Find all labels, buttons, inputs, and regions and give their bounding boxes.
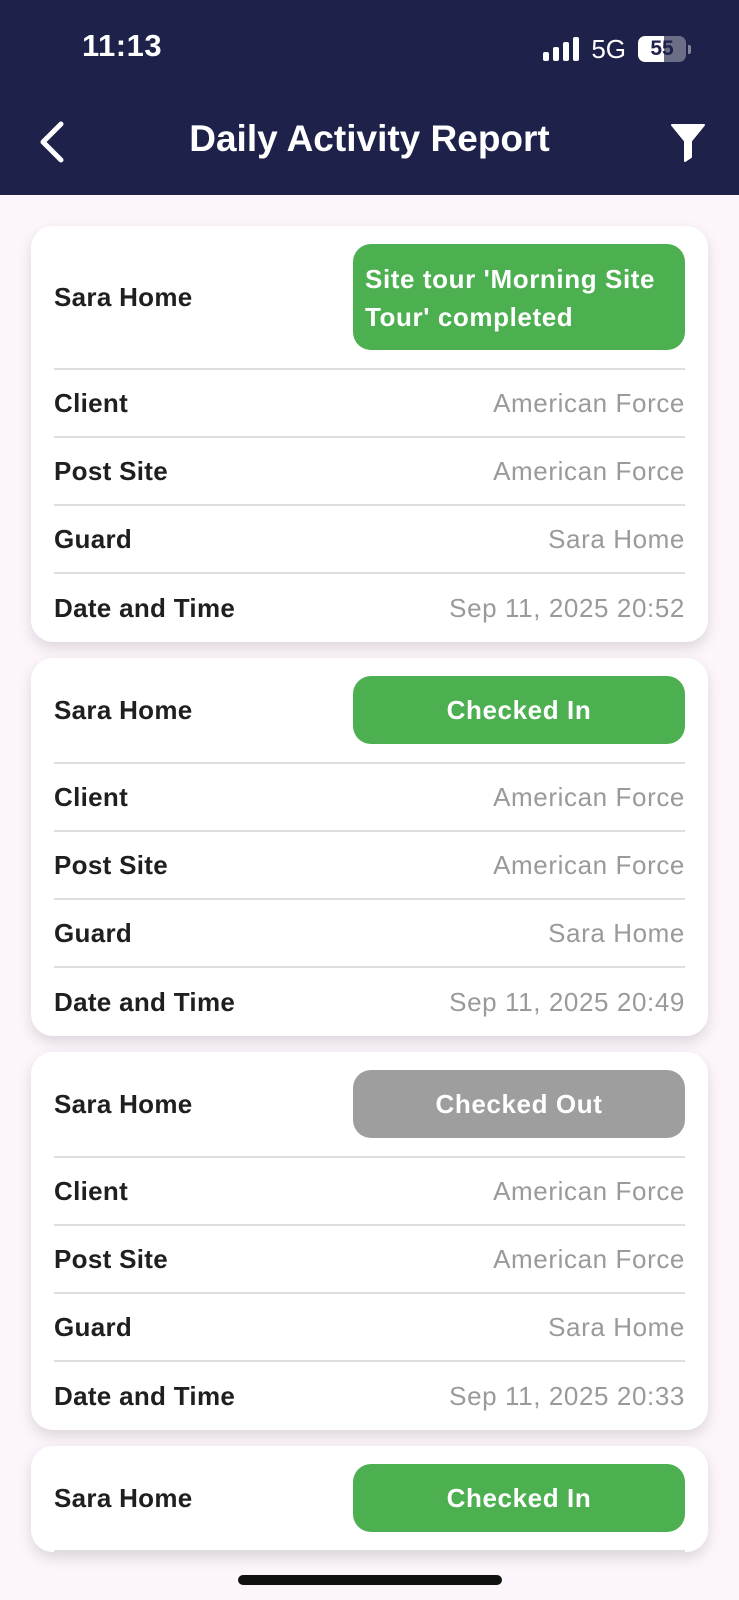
row-value: Sara Home: [548, 1311, 685, 1342]
card-header: Sara Home Site tour 'Morning Site Tour' …: [54, 226, 685, 370]
activity-card[interactable]: Sara Home Checked Out Client American Fo…: [31, 1052, 708, 1430]
row-label: Post Site: [54, 849, 168, 880]
row-label: Client: [54, 1175, 129, 1206]
detail-row-date-time: Date and Time Sep 11, 2025 20:52: [54, 574, 685, 642]
card-guard-name: Sara Home: [54, 1088, 193, 1119]
status-badge: Site tour 'Morning Site Tour' completed: [353, 244, 685, 350]
row-label: Guard: [54, 523, 133, 554]
detail-row-date-time: Date and Time Sep 11, 2025 20:33: [54, 1362, 685, 1430]
activity-card[interactable]: Sara Home Checked In Client American For…: [31, 658, 708, 1036]
screen: 11:13 5G 55 Daily Activity Report Sara H…: [0, 0, 739, 1600]
filter-icon: [671, 124, 705, 162]
activity-list: Sara Home Site tour 'Morning Site Tour' …: [31, 226, 708, 1568]
battery-icon: 55: [638, 36, 686, 62]
row-label: Post Site: [54, 1243, 168, 1274]
status-badge: Checked Out: [353, 1070, 685, 1138]
detail-row-guard: Guard Sara Home: [54, 1294, 685, 1362]
activity-card[interactable]: Sara Home Checked In: [31, 1446, 708, 1552]
card-header: Sara Home Checked Out: [54, 1052, 685, 1158]
detail-row-client: Client American Force: [54, 370, 685, 438]
detail-row-post-site: Post Site American Force: [54, 438, 685, 506]
row-value: Sep 11, 2025 20:52: [449, 592, 685, 623]
row-value: American Force: [493, 781, 685, 812]
row-label: Date and Time: [54, 986, 236, 1017]
home-indicator[interactable]: [238, 1575, 502, 1585]
row-label: Post Site: [54, 455, 168, 486]
row-value: American Force: [493, 1175, 685, 1206]
row-value: American Force: [493, 849, 685, 880]
row-label: Client: [54, 387, 129, 418]
network-type: 5G: [591, 33, 626, 64]
detail-row-post-site: Post Site American Force: [54, 1226, 685, 1294]
battery-percent: 55: [650, 37, 674, 60]
filter-button[interactable]: [663, 114, 713, 170]
row-value: Sara Home: [548, 523, 685, 554]
cellular-signal-icon: [543, 37, 580, 61]
detail-row-date-time: Date and Time Sep 11, 2025 20:49: [54, 968, 685, 1036]
detail-row-client: Client American Force: [54, 1158, 685, 1226]
row-value: American Force: [493, 387, 685, 418]
card-guard-name: Sara Home: [54, 281, 193, 312]
status-indicators: 5G 55: [543, 34, 691, 64]
activity-card[interactable]: Sara Home Site tour 'Morning Site Tour' …: [31, 226, 708, 642]
app-header: 11:13 5G 55 Daily Activity Report: [0, 0, 739, 195]
card-header: Sara Home Checked In: [54, 1446, 685, 1552]
row-value: American Force: [493, 455, 685, 486]
card-header: Sara Home Checked In: [54, 658, 685, 764]
row-value: Sara Home: [548, 917, 685, 948]
row-label: Client: [54, 781, 129, 812]
row-label: Guard: [54, 917, 133, 948]
row-value: American Force: [493, 1243, 685, 1274]
detail-row-client: Client American Force: [54, 764, 685, 832]
status-badge: Checked In: [353, 676, 685, 744]
row-label: Date and Time: [54, 592, 236, 623]
status-time: 11:13: [82, 28, 163, 63]
detail-row-post-site: Post Site American Force: [54, 832, 685, 900]
row-label: Date and Time: [54, 1380, 236, 1411]
detail-row-guard: Guard Sara Home: [54, 506, 685, 574]
page-title: Daily Activity Report: [189, 118, 550, 159]
row-value: Sep 11, 2025 20:49: [449, 986, 685, 1017]
battery-cap: [688, 44, 691, 54]
card-guard-name: Sara Home: [54, 694, 193, 725]
card-guard-name: Sara Home: [54, 1482, 193, 1513]
status-badge: Checked In: [353, 1464, 685, 1532]
row-label: Guard: [54, 1311, 133, 1342]
detail-row-guard: Guard Sara Home: [54, 900, 685, 968]
row-value: Sep 11, 2025 20:33: [449, 1380, 685, 1411]
